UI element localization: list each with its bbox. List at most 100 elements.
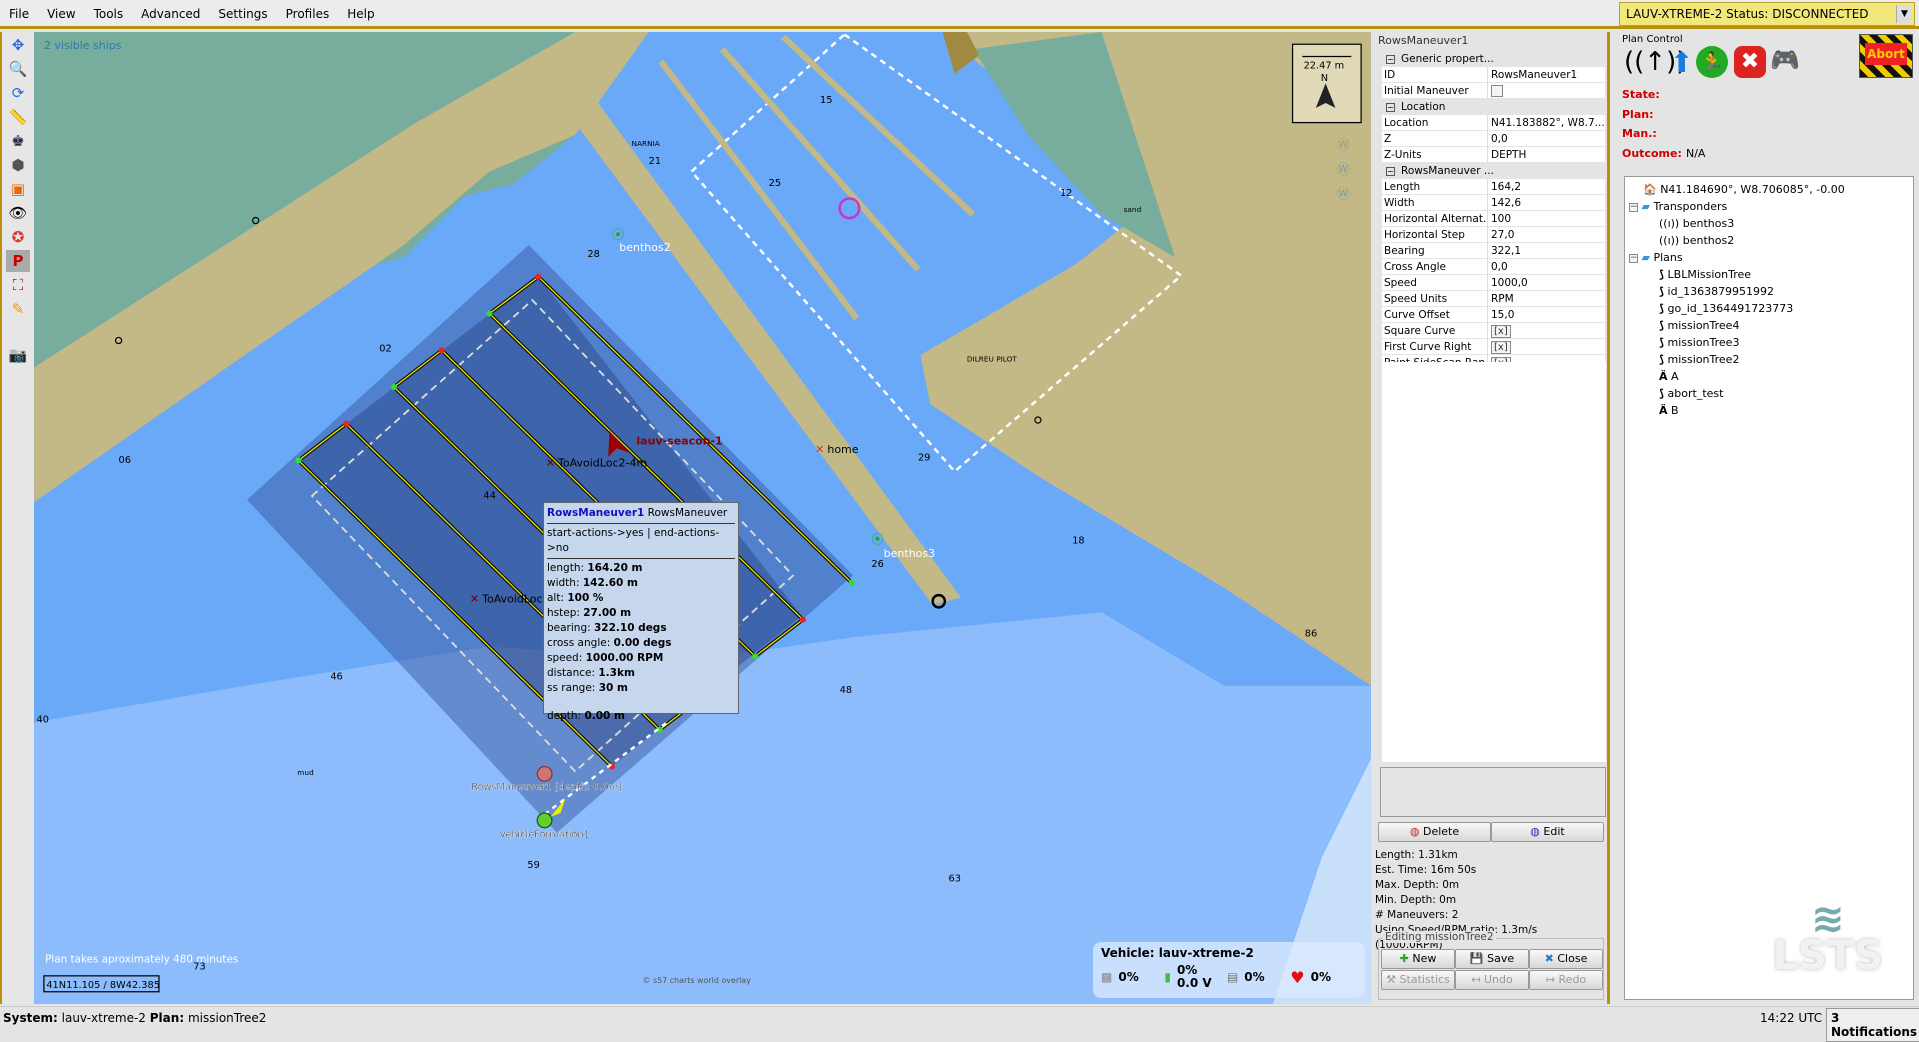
ship-label[interactable]: NARNIA bbox=[631, 139, 659, 148]
tree-plan[interactable]: ⟆ missionTree2 bbox=[1629, 351, 1909, 368]
delete-button[interactable]: ◍ Delete bbox=[1378, 822, 1491, 842]
tree-plan[interactable]: ⟆ abort_test bbox=[1629, 385, 1909, 402]
chevron-down-icon[interactable]: ▼ bbox=[1896, 5, 1912, 23]
marker-x-icon[interactable]: ✕ bbox=[546, 457, 555, 470]
transponder-label[interactable]: benthos3 bbox=[884, 547, 935, 560]
save-button[interactable]: 💾 Save bbox=[1455, 949, 1529, 969]
menu-help[interactable]: Help bbox=[338, 0, 383, 21]
tree-plans[interactable]: − ▰ Plans bbox=[1629, 249, 1909, 266]
new-button[interactable]: ✚ New bbox=[1381, 949, 1455, 969]
tree-plan[interactable]: Ä B bbox=[1629, 402, 1909, 419]
vehicle-label[interactable]: lauv-seacon-1 bbox=[636, 435, 722, 448]
camera-icon[interactable]: 📷 bbox=[6, 344, 30, 366]
property-row[interactable]: Speed 1000,0 bbox=[1382, 275, 1605, 291]
zoom-fit-icon[interactable]: ⛶ bbox=[6, 274, 30, 296]
property-row[interactable]: First Curve Right [x] bbox=[1382, 339, 1605, 355]
marker-x-icon[interactable]: ✕ bbox=[815, 443, 824, 456]
property-row[interactable]: Initial Maneuver bbox=[1382, 83, 1605, 99]
transponder-label[interactable]: benthos2 bbox=[619, 241, 670, 254]
row-waypoint[interactable] bbox=[295, 457, 302, 464]
maneuver-marker[interactable] bbox=[536, 765, 553, 782]
property-row[interactable]: Bearing 322,1 bbox=[1382, 243, 1605, 259]
menu-settings[interactable]: Settings bbox=[209, 0, 276, 21]
notifications-button[interactable]: 3 Notifications bbox=[1826, 1008, 1919, 1042]
wind-icon[interactable]: Ⓦ bbox=[1337, 162, 1350, 178]
wind-icon[interactable]: Ⓦ bbox=[1337, 186, 1350, 202]
formation-marker[interactable] bbox=[536, 812, 553, 829]
tree-transponder[interactable]: ((ı)) benthos3 bbox=[1629, 215, 1909, 232]
row-waypoint[interactable] bbox=[438, 347, 445, 354]
property-row[interactable]: Curve Offset 15,0 bbox=[1382, 307, 1605, 323]
map-canvas[interactable]: 15 21 25 12 28 02 06 44 29 18 26 46 48 40 59 63 73 86 2 v… bbox=[34, 32, 1371, 1004]
plan-edit-icon[interactable]: P bbox=[6, 250, 30, 272]
map-tool-icon[interactable]: ✪ bbox=[6, 226, 30, 248]
waypoint-label[interactable]: ToAvoidLoc2-4m bbox=[557, 457, 647, 470]
menu-advanced[interactable]: Advanced bbox=[132, 0, 209, 21]
edit-button[interactable]: ◍ Edit bbox=[1491, 822, 1604, 842]
transponder-icon[interactable]: ⦿ bbox=[612, 228, 624, 242]
property-row[interactable]: ID RowsManeuver1 bbox=[1382, 67, 1605, 83]
maneuver-label[interactable]: RowsManeuver1 [depth: 0.0m] bbox=[471, 782, 622, 793]
start-plan-icon[interactable]: 🏃 bbox=[1696, 46, 1728, 78]
tree-plan[interactable]: Ä A bbox=[1629, 368, 1909, 385]
tree-transponder[interactable]: ((ı)) benthos2 bbox=[1629, 232, 1909, 249]
description-box[interactable] bbox=[1380, 767, 1606, 817]
property-row[interactable]: Location N41.183882°, W8.7... bbox=[1382, 115, 1605, 131]
property-row[interactable]: Horizontal Step 27,0 bbox=[1382, 227, 1605, 243]
property-row[interactable]: Cross Angle 0,0 bbox=[1382, 259, 1605, 275]
property-row[interactable]: Horizontal Alternat... 100 bbox=[1382, 211, 1605, 227]
tree-home[interactable]: 🏠 N41.184690°, W8.706085°, -0.00 bbox=[1629, 181, 1909, 198]
vehicle-selector[interactable]: LAUV-XTREME-2 Status: DISCONNECTED ▼ bbox=[1619, 2, 1915, 26]
formation-label[interactable]: VehicleFormation1 bbox=[499, 829, 590, 841]
menu-file[interactable]: File bbox=[0, 0, 38, 21]
tree-plan[interactable]: ⟆ missionTree4 bbox=[1629, 317, 1909, 334]
row-waypoint[interactable] bbox=[486, 310, 493, 317]
tree-plan[interactable]: ⟆ id_1363879951992 bbox=[1629, 283, 1909, 300]
property-row[interactable]: Z 0,0 bbox=[1382, 131, 1605, 147]
gamepad-icon[interactable]: 🎮 bbox=[1770, 46, 1800, 74]
abort-button[interactable]: Abort bbox=[1859, 34, 1913, 78]
transponder-icon[interactable]: ⦿ bbox=[871, 533, 883, 547]
tree-transponders[interactable]: − ▰ Transponders bbox=[1629, 198, 1909, 215]
close-button[interactable]: ✖ Close bbox=[1529, 949, 1603, 969]
ruler-icon[interactable]: 📏 bbox=[6, 106, 30, 128]
checkbox[interactable] bbox=[1491, 85, 1503, 97]
zoom-icon[interactable]: 🔍 bbox=[6, 58, 30, 80]
tree-plan[interactable]: ⟆ LBLMissionTree bbox=[1629, 266, 1909, 283]
row-waypoint[interactable] bbox=[848, 579, 855, 586]
redo-button[interactable]: ↦ Redo bbox=[1529, 970, 1603, 990]
row-waypoint[interactable] bbox=[343, 420, 350, 427]
stop-plan-icon[interactable]: ✖ bbox=[1734, 46, 1766, 78]
property-row[interactable]: Speed Units RPM bbox=[1382, 291, 1605, 307]
home-label[interactable]: home bbox=[827, 443, 858, 456]
statistics-button[interactable]: ⚒ Statistics bbox=[1381, 970, 1455, 990]
send-plan-icon[interactable]: ⬆ bbox=[1670, 46, 1693, 79]
property-row[interactable]: Z-Units DEPTH bbox=[1382, 147, 1605, 163]
property-row[interactable]: Length 164,2 bbox=[1382, 179, 1605, 195]
menu-profiles[interactable]: Profiles bbox=[277, 0, 339, 21]
checkbox-checked[interactable]: [x] bbox=[1491, 324, 1511, 338]
eye-icon[interactable]: 👁 bbox=[6, 202, 30, 224]
vehicle-icon[interactable]: ♚ bbox=[6, 130, 30, 152]
property-group[interactable]: − Generic propert... bbox=[1374, 51, 1607, 67]
checkbox-checked[interactable]: [x] bbox=[1491, 340, 1511, 354]
waypoint-label[interactable]: ToAvoidLoc bbox=[481, 592, 542, 605]
pencil-icon[interactable]: ✎ bbox=[6, 298, 30, 320]
wind-off-icon[interactable]: Ⓦ bbox=[1337, 138, 1350, 154]
property-row[interactable]: Square Curve [x] bbox=[1382, 323, 1605, 339]
row-waypoint[interactable] bbox=[752, 653, 759, 660]
row-waypoint[interactable] bbox=[535, 273, 542, 280]
menu-tools[interactable]: Tools bbox=[85, 0, 133, 21]
layers-icon[interactable]: ⬢ bbox=[6, 154, 30, 176]
lock-icon[interactable]: ▣ bbox=[6, 178, 30, 200]
property-group[interactable]: − RowsManeuver ... bbox=[1374, 163, 1607, 179]
mission-tree[interactable]: 🏠 N41.184690°, W8.706085°, -0.00 − ▰ Tra… bbox=[1624, 176, 1914, 1000]
menu-view[interactable]: View bbox=[38, 0, 84, 21]
tree-plan[interactable]: ⟆ go_id_1364491723773 bbox=[1629, 300, 1909, 317]
property-row[interactable]: Width 142,6 bbox=[1382, 195, 1605, 211]
row-waypoint[interactable] bbox=[390, 383, 398, 391]
pan-icon[interactable]: ✥ bbox=[6, 34, 30, 56]
tree-plan[interactable]: ⟆ missionTree3 bbox=[1629, 334, 1909, 351]
rotate-icon[interactable]: ⟳ bbox=[6, 82, 30, 104]
row-waypoint[interactable] bbox=[799, 616, 806, 623]
